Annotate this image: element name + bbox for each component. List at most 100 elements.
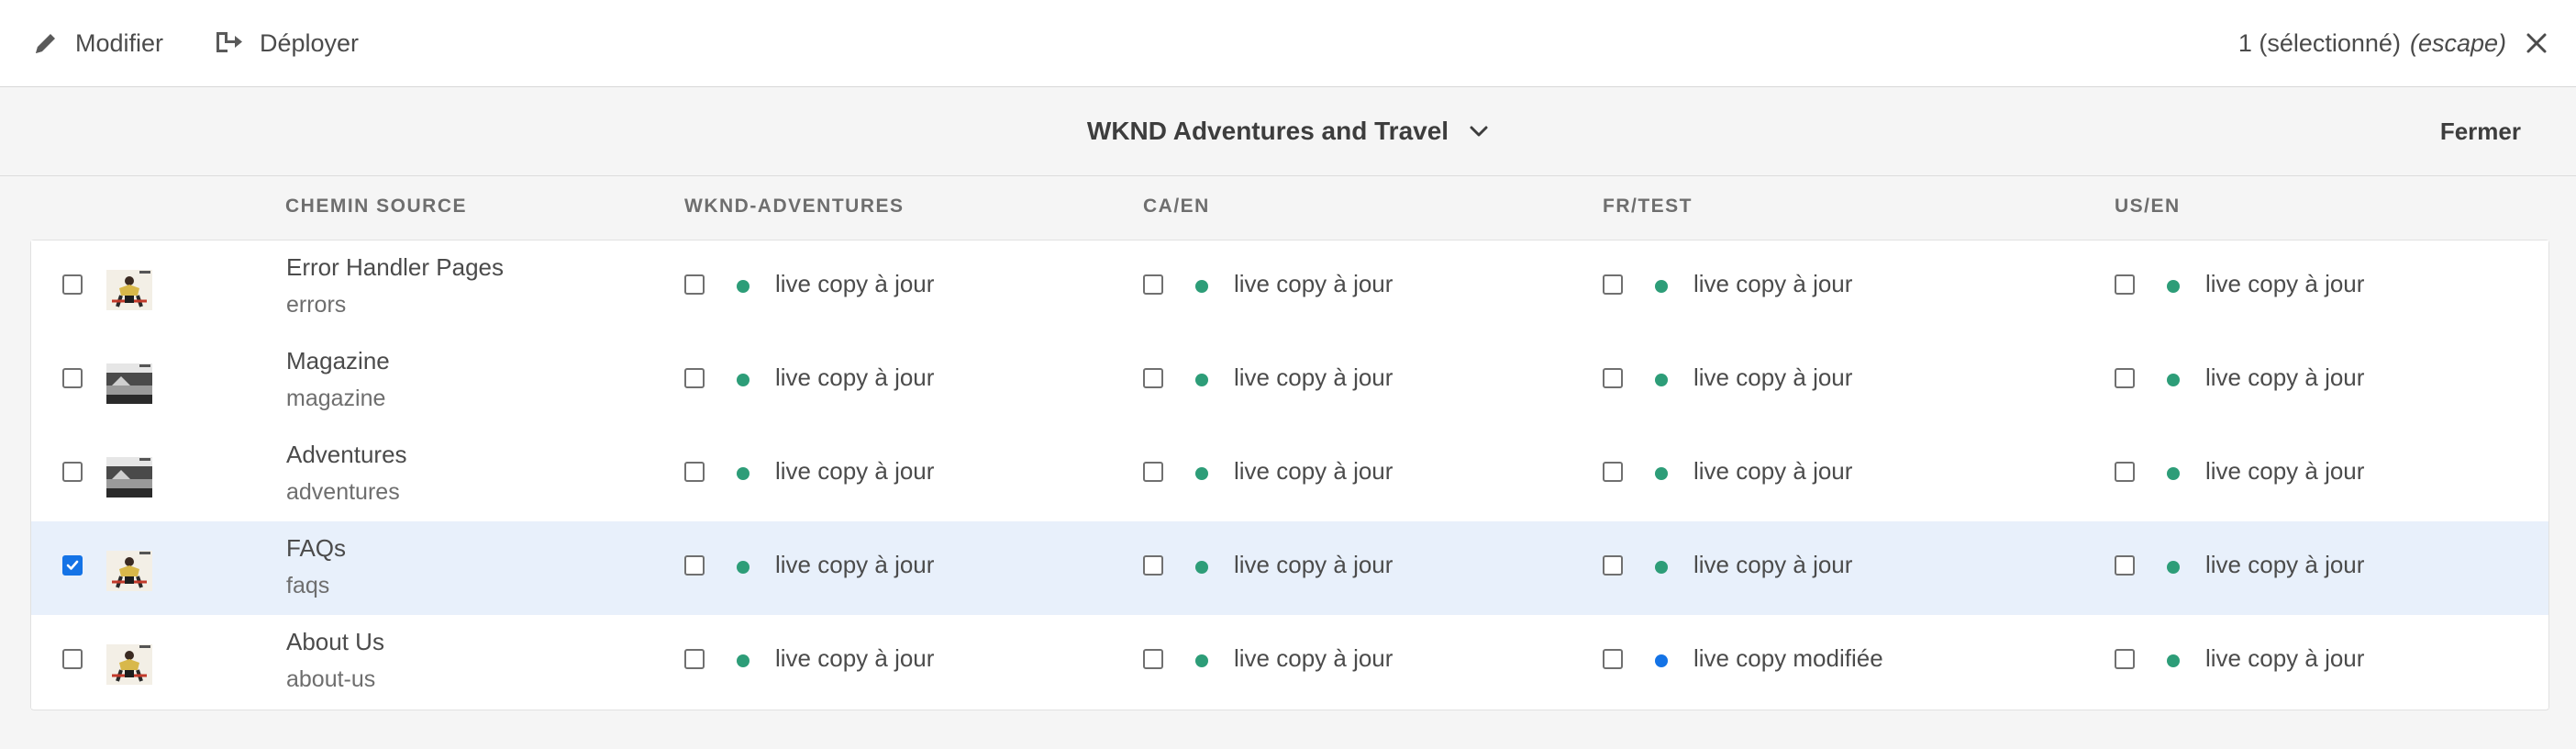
target-select-checkbox[interactable] xyxy=(684,274,705,295)
target-select-checkbox[interactable] xyxy=(1143,274,1163,295)
status-ok-dot-icon xyxy=(1655,280,1668,293)
source-page-title: Error Handler Pages xyxy=(286,253,504,281)
live-copy-table: Error Handler Pages errors live copy à jou… xyxy=(30,240,2549,710)
live-copy-status: live copy à jour xyxy=(775,363,935,391)
status-ok-dot-icon xyxy=(1195,654,1208,667)
source-page-path: adventures xyxy=(286,479,400,505)
deploy-button[interactable]: Déployer xyxy=(214,0,359,86)
source-page-path: errors xyxy=(286,292,347,318)
row-select-checkbox[interactable] xyxy=(62,274,83,295)
deploy-label: Déployer xyxy=(260,28,360,57)
live-copy-status: live copy à jour xyxy=(1693,363,1853,391)
table-row[interactable]: Error Handler Pages errors live copy à jou… xyxy=(31,240,2548,335)
live-copy-status: live copy à jour xyxy=(1693,270,1853,297)
table-row[interactable]: Magazine magazine live copy à jour live cop… xyxy=(31,334,2548,429)
page-thumbnail xyxy=(106,644,152,685)
target-select-checkbox[interactable] xyxy=(1143,462,1163,482)
target-select-checkbox[interactable] xyxy=(1603,649,1623,669)
selection-info: 1 (sélectionné) (escape) xyxy=(2238,0,2548,86)
table-row[interactable]: FAQs faqs live copy à jour live copy à jour… xyxy=(31,521,2548,616)
target-select-checkbox[interactable] xyxy=(2115,462,2135,482)
status-ok-dot-icon xyxy=(1195,374,1208,386)
row-select-checkbox[interactable] xyxy=(62,462,83,482)
column-header-fr-test: FR/TEST xyxy=(1603,196,1693,217)
status-ok-dot-icon xyxy=(2167,467,2180,480)
live-copy-status: live copy à jour xyxy=(2205,457,2365,485)
target-select-checkbox[interactable] xyxy=(684,649,705,669)
edit-button[interactable]: Modifier xyxy=(31,0,163,86)
live-copy-status: live copy à jour xyxy=(1234,270,1393,297)
target-select-checkbox[interactable] xyxy=(1143,649,1163,669)
row-select-checkbox[interactable] xyxy=(62,368,83,388)
target-select-checkbox[interactable] xyxy=(1603,555,1623,576)
target-select-checkbox[interactable] xyxy=(2115,555,2135,576)
action-bar: Modifier Déployer 1 (sélectionné) (escap… xyxy=(0,0,2576,87)
live-copy-status: live copy à jour xyxy=(1234,457,1393,485)
live-copy-status: live copy à jour xyxy=(2205,551,2365,578)
live-copy-status: live copy à jour xyxy=(2205,363,2365,391)
blueprint-title-text: WKND Adventures and Travel xyxy=(1086,117,1449,145)
target-select-checkbox[interactable] xyxy=(1603,368,1623,388)
status-ok-dot-icon xyxy=(1195,280,1208,293)
status-ok-dot-icon xyxy=(1655,467,1668,480)
target-select-checkbox[interactable] xyxy=(1603,462,1623,482)
target-select-checkbox[interactable] xyxy=(2115,649,2135,669)
live-copy-status: live copy à jour xyxy=(2205,644,2365,672)
source-page-path: magazine xyxy=(286,386,386,411)
live-copy-status: live copy à jour xyxy=(1693,457,1853,485)
row-select-checkbox[interactable] xyxy=(62,649,83,669)
status-ok-dot-icon xyxy=(737,654,749,667)
status-ok-dot-icon xyxy=(737,467,749,480)
target-select-checkbox[interactable] xyxy=(1603,274,1623,295)
status-ok-dot-icon xyxy=(2167,561,2180,574)
source-page-title: FAQs xyxy=(286,534,347,562)
live-copy-status: live copy à jour xyxy=(1234,551,1393,578)
pencil-icon xyxy=(31,28,61,58)
status-ok-dot-icon xyxy=(1655,374,1668,386)
target-select-checkbox[interactable] xyxy=(684,462,705,482)
table-row[interactable]: About Us about-us live copy à jour live cop… xyxy=(31,615,2548,709)
target-select-checkbox[interactable] xyxy=(2115,274,2135,295)
selection-count: 1 (sélectionné) xyxy=(2237,28,2401,57)
source-page-title: Adventures xyxy=(286,441,407,468)
source-page-path: about-us xyxy=(286,666,376,692)
page-thumbnail xyxy=(106,457,152,497)
panel-header: WKND Adventures and Travel Fermer xyxy=(0,87,2576,176)
live-copy-status: live copy à jour xyxy=(775,644,935,672)
page-thumbnail xyxy=(106,270,152,310)
status-ok-dot-icon xyxy=(737,280,749,293)
blueprint-title: WKND Adventures and Travel xyxy=(0,87,2576,175)
status-ok-dot-icon xyxy=(1195,467,1208,480)
row-select-checkbox[interactable] xyxy=(62,555,83,576)
target-select-checkbox[interactable] xyxy=(1143,368,1163,388)
column-header-ca-en: CA/EN xyxy=(1143,196,1210,217)
live-copy-status: live copy modifiée xyxy=(1693,644,1883,672)
source-page-path: faqs xyxy=(286,573,330,598)
live-copy-status: live copy à jour xyxy=(775,457,935,485)
close-panel-button[interactable]: Fermer xyxy=(2440,87,2521,175)
column-header-wknd-adventures: WKND-ADVENTURES xyxy=(684,196,905,217)
live-copy-status: live copy à jour xyxy=(2205,270,2365,297)
status-ok-dot-icon xyxy=(1655,561,1668,574)
status-ok-dot-icon xyxy=(1195,561,1208,574)
status-modified-dot-icon xyxy=(1655,654,1668,667)
column-header-source: CHEMIN SOURCE xyxy=(285,196,468,217)
status-ok-dot-icon xyxy=(2167,280,2180,293)
target-select-checkbox[interactable] xyxy=(2115,368,2135,388)
clear-selection-close-icon[interactable] xyxy=(2525,31,2548,55)
live-copy-status: live copy à jour xyxy=(775,270,935,297)
status-ok-dot-icon xyxy=(2167,654,2180,667)
live-copy-status: live copy à jour xyxy=(1693,551,1853,578)
edit-label: Modifier xyxy=(75,28,164,57)
status-ok-dot-icon xyxy=(737,561,749,574)
chevron-down-icon[interactable] xyxy=(1469,125,1489,138)
target-select-checkbox[interactable] xyxy=(684,555,705,576)
table-row[interactable]: Adventures adventures live copy à jour live… xyxy=(31,428,2548,522)
target-select-checkbox[interactable] xyxy=(684,368,705,388)
deploy-icon xyxy=(214,28,245,58)
source-page-title: Magazine xyxy=(286,347,390,374)
escape-hint: (escape) xyxy=(2409,28,2506,57)
column-header-us-en: US/EN xyxy=(2115,196,2181,217)
target-select-checkbox[interactable] xyxy=(1143,555,1163,576)
page-thumbnail xyxy=(106,363,152,404)
